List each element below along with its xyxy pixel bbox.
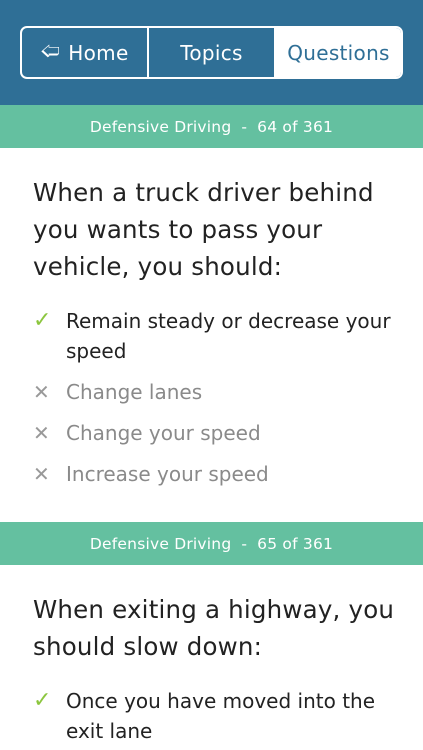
home-label: Home: [68, 40, 129, 65]
question-block: When exiting a highway, you should slow …: [0, 565, 423, 746]
question-text: When a truck driver behind you wants to …: [33, 178, 374, 281]
topics-label: Topics: [180, 40, 243, 65]
answer-item-wrong[interactable]: ✕ Increase your speed: [33, 459, 403, 489]
answer-list: ✓ Once you have moved into the exit lane: [33, 686, 403, 746]
question-progress: 65 of 361: [257, 534, 334, 553]
x-icon: ✕: [33, 380, 50, 404]
top-bar: 🢠 Home Topics Questions: [0, 0, 423, 105]
question-category: Defensive Driving: [89, 534, 232, 553]
header-separator: -: [241, 534, 248, 553]
home-button[interactable]: 🢠 Home: [22, 28, 149, 77]
nav-segmented-control: 🢠 Home Topics Questions: [20, 26, 403, 79]
x-icon: ✕: [33, 462, 50, 486]
arrow-left-icon: 🢠: [40, 39, 61, 62]
answer-item-correct[interactable]: ✓ Remain steady or decrease your speed: [33, 306, 403, 366]
answer-text: Increase your speed: [66, 462, 269, 486]
answer-text: Change lanes: [66, 380, 203, 404]
answer-list: ✓ Remain steady or decrease your speed ✕…: [33, 306, 403, 489]
question-block: When a truck driver behind you wants to …: [0, 148, 423, 522]
question-header-band: Defensive Driving - 65 of 361: [0, 522, 423, 565]
question-progress: 64 of 361: [257, 117, 334, 136]
answer-item-correct[interactable]: ✓ Once you have moved into the exit lane: [33, 686, 403, 746]
header-separator: -: [241, 117, 248, 136]
topics-button[interactable]: Topics: [149, 28, 276, 77]
answer-item-wrong[interactable]: ✕ Change lanes: [33, 377, 403, 407]
answer-text: Remain steady or decrease your speed: [66, 309, 391, 363]
check-icon: ✓: [33, 688, 52, 713]
question-text: When exiting a highway, you should slow …: [33, 595, 395, 661]
question-category: Defensive Driving: [89, 117, 232, 136]
questions-label: Questions: [287, 40, 390, 65]
answer-text: Change your speed: [66, 421, 261, 445]
answer-text: Once you have moved into the exit lane: [66, 689, 376, 743]
check-icon: ✓: [33, 308, 52, 333]
questions-button[interactable]: Questions: [276, 28, 401, 77]
x-icon: ✕: [33, 421, 50, 445]
answer-item-wrong[interactable]: ✕ Change your speed: [33, 418, 403, 448]
question-header-band: Defensive Driving - 64 of 361: [0, 105, 423, 148]
